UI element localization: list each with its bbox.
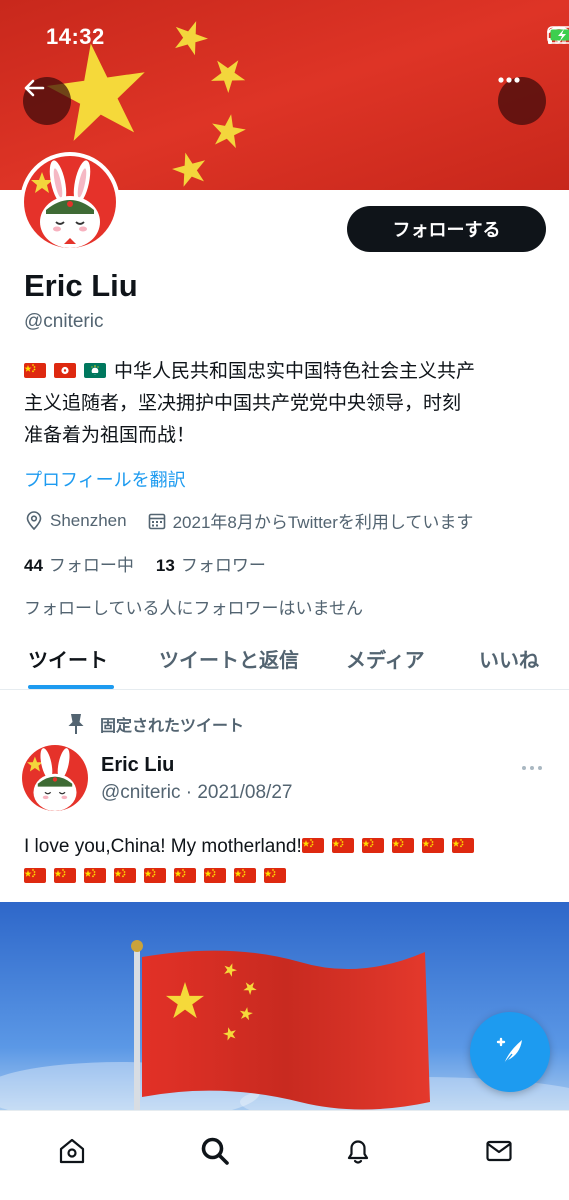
following-label[interactable]: フォロー中 xyxy=(49,551,134,576)
battery-charging-icon xyxy=(547,26,569,44)
active-tab-indicator xyxy=(28,685,114,689)
cn-flag-icon xyxy=(204,868,226,883)
following-count[interactable]: 44 xyxy=(24,556,43,576)
profile-meta: Shenzhen 2021年8月からTwitterを利用しています xyxy=(24,508,473,533)
profile-bio: 中华人民共和国忠实中国特色社会主义共产 主义追随者，坚决拥护中国共产党党中央领导… xyxy=(24,356,544,452)
nav-notifications[interactable] xyxy=(338,1131,378,1171)
bio-line-3: 准备着为祖国而战！ xyxy=(24,425,196,446)
cn-flag-icon xyxy=(114,868,136,883)
cn-flag-icon xyxy=(24,868,46,883)
cn-flag-icon xyxy=(451,838,474,853)
cn-flag-icon xyxy=(301,838,324,853)
tweet-author-avatar[interactable] xyxy=(22,745,88,811)
cn-flag-icon xyxy=(144,868,166,883)
follow-counts: 44 フォロー中 13 フォロワー xyxy=(24,551,266,576)
bio-line-1: 中华人民共和国忠实中国特色社会主义共产 xyxy=(24,356,544,388)
profile-tabs: ツイート ツイートと返信 メディア いいね xyxy=(0,634,569,690)
status-time: 14:32 xyxy=(46,24,105,49)
profile-avatar[interactable] xyxy=(20,152,120,252)
cn-flag-icon xyxy=(84,868,106,883)
compose-feather-icon xyxy=(496,1037,522,1065)
more-dots-icon xyxy=(498,77,520,83)
back-button[interactable] xyxy=(23,77,71,125)
cn-flag-icon xyxy=(24,363,46,378)
translate-profile-link[interactable]: プロフィールを翻訳 xyxy=(24,466,186,492)
search-icon xyxy=(201,1137,229,1165)
tab-tweets-and-replies[interactable]: ツイートと返信 xyxy=(159,644,299,673)
nav-home[interactable] xyxy=(52,1131,92,1171)
rabbit-avatar-image xyxy=(24,156,116,248)
followers-label[interactable]: フォロワー xyxy=(181,551,266,576)
more-dots-icon xyxy=(522,766,542,770)
bottom-navigation xyxy=(0,1110,569,1200)
followers-count[interactable]: 13 xyxy=(156,556,175,576)
notifications-icon xyxy=(347,1140,369,1164)
cn-flag-icon xyxy=(421,838,444,853)
bio-line-2: 主义追随者，坚决拥护中国共产党党中央领导，时刻 xyxy=(24,393,462,414)
tweet-text-body: I love you,China! My motherland! xyxy=(24,836,302,857)
calendar-icon xyxy=(147,511,167,531)
more-options-button[interactable] xyxy=(498,77,546,125)
cn-flag-icon xyxy=(264,868,286,883)
location-text: Shenzhen xyxy=(50,510,127,530)
tweet-author-meta: @cniteric · 2021/08/27 xyxy=(101,782,293,803)
pinned-tweet-label: 固定されたツイート xyxy=(66,712,244,736)
bio-text-1: 中华人民共和国忠实中国特色社会主义共产 xyxy=(114,361,476,382)
cn-flag-icon xyxy=(234,868,256,883)
tweet-text: I love you,China! My motherland! xyxy=(24,832,549,892)
rabbit-avatar-image xyxy=(22,745,88,811)
nav-messages[interactable] xyxy=(479,1131,519,1171)
followers-you-know: フォローしている人にフォロワーはいません xyxy=(24,599,363,618)
tab-media[interactable]: メディア xyxy=(346,644,425,673)
pin-icon xyxy=(68,714,84,734)
display-name: Eric Liu xyxy=(24,268,138,303)
cn-flag-icon xyxy=(54,868,76,883)
tweet-author-name[interactable]: Eric Liu xyxy=(101,754,174,777)
nav-search[interactable] xyxy=(195,1131,235,1171)
compose-tweet-button[interactable] xyxy=(470,1012,550,1092)
cn-flag-icon xyxy=(361,838,384,853)
location-icon xyxy=(24,510,44,531)
cn-flag-icon xyxy=(391,838,414,853)
cn-flag-icon xyxy=(174,868,196,883)
pinned-label-text: 固定されたツイート xyxy=(100,718,245,735)
tweet-more-button[interactable] xyxy=(521,758,543,776)
tab-likes[interactable]: いいね xyxy=(479,644,539,673)
arrow-left-icon xyxy=(24,79,45,97)
follow-button[interactable]: フォローする xyxy=(347,206,546,252)
cn-flag-icon xyxy=(331,838,354,853)
messages-icon xyxy=(486,1140,512,1162)
tab-tweets[interactable]: ツイート xyxy=(28,644,108,673)
home-icon xyxy=(59,1138,85,1164)
mo-flag-icon xyxy=(84,363,106,378)
joined-date: 2021年8月からTwitterを利用しています xyxy=(172,513,474,532)
profile-handle: @cniteric xyxy=(24,311,104,332)
hk-flag-icon xyxy=(54,363,76,378)
avatar-image xyxy=(24,156,116,248)
